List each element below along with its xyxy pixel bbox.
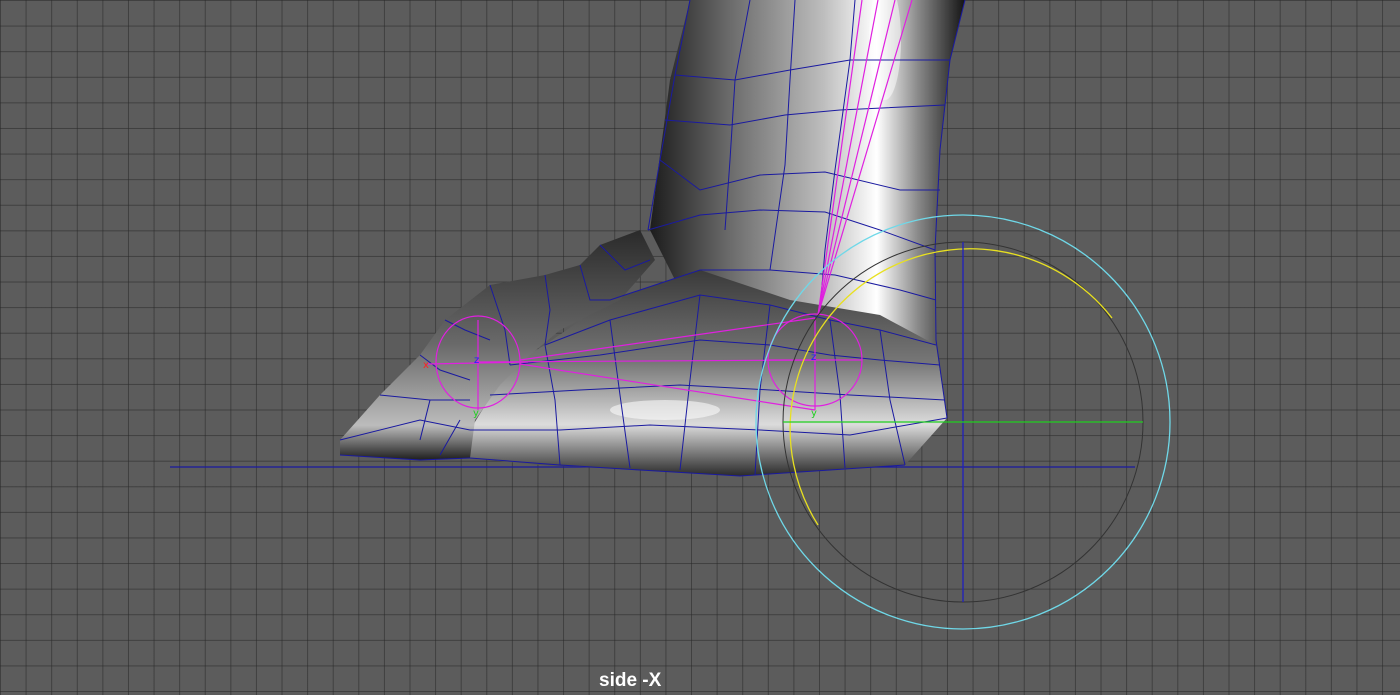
ball-axis-z-label: z — [811, 352, 816, 363]
viewport-label: side -X — [599, 670, 662, 691]
foot-mesh[interactable] — [339, 0, 966, 477]
3d-viewport-side[interactable]: x y z y z side -X — [0, 0, 1400, 695]
toe-axis-y-label: y — [473, 408, 479, 419]
scene-canvas[interactable]: x y z y z — [0, 0, 1400, 695]
foot-highlight — [610, 400, 720, 420]
toe-axis-z-label: z — [474, 355, 479, 366]
toe-axis-x-label: x — [423, 360, 429, 371]
ball-axis-y-label: y — [811, 408, 817, 419]
